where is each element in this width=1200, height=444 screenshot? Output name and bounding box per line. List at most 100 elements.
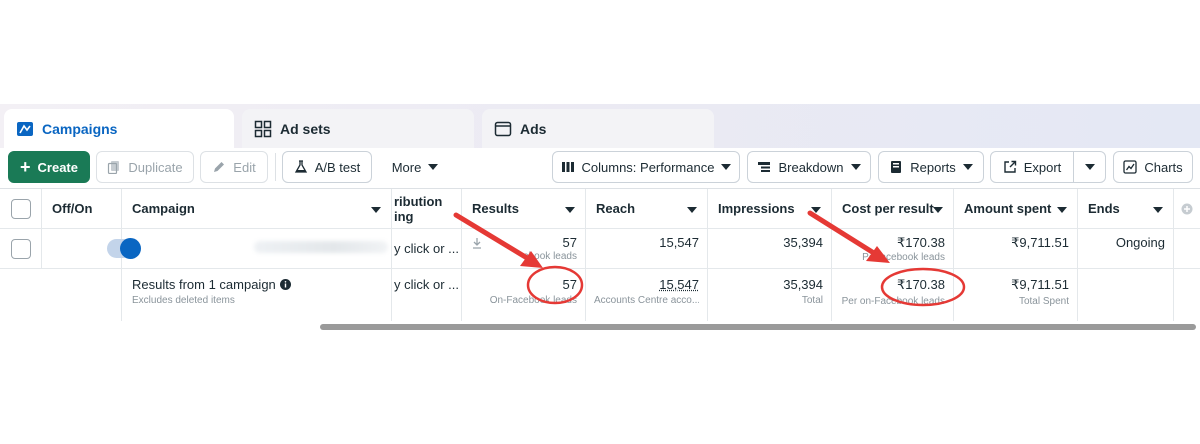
table-row[interactable]: y click or ... 57 ebook leads 15,547 35,… xyxy=(0,229,1200,269)
tab-ad-sets[interactable]: Ad sets xyxy=(242,109,474,149)
breakdown-dropdown[interactable]: Breakdown xyxy=(747,151,871,183)
campaign-name-cell[interactable] xyxy=(122,229,392,268)
column-header-label: Reach xyxy=(596,201,636,216)
columns-label: Columns: Performance xyxy=(581,159,715,175)
column-header-label: Impressions xyxy=(718,201,795,216)
attribution-value: y click or ... xyxy=(394,277,460,292)
edit-button[interactable]: Edit xyxy=(200,151,268,183)
cost-per-result-subtext: Per on-Facebook leads xyxy=(841,296,945,307)
select-all-cell xyxy=(0,189,42,228)
column-header-amount-spent[interactable]: Amount spent xyxy=(954,189,1078,228)
summary-spacer xyxy=(0,269,122,321)
cost-per-result-cell: ₹170.38 Per acebook leads xyxy=(832,229,954,268)
column-header-label: Cost per result xyxy=(842,201,934,216)
plus-icon: + xyxy=(20,157,31,177)
flask-icon xyxy=(294,160,307,173)
tab-label: Campaigns xyxy=(42,121,118,137)
breakdown-label: Breakdown xyxy=(778,159,844,175)
more-label: More xyxy=(391,159,422,175)
download-icon xyxy=(473,238,481,249)
column-header-label: Campaign xyxy=(132,201,195,216)
column-header-reach[interactable]: Reach xyxy=(586,189,708,228)
summary-row: Results from 1 campaign Excludes deleted… xyxy=(0,269,1200,321)
campaigns-table: Off/On Campaign ribution ing Results Rea… xyxy=(0,188,1200,328)
sort-caret-icon xyxy=(687,207,697,213)
chevron-down-icon xyxy=(428,164,439,170)
grid-icon xyxy=(254,120,272,138)
chevron-down-icon xyxy=(1084,164,1095,170)
amount-spent-value: ₹9,711.51 xyxy=(1011,277,1069,292)
tab-label: Ad sets xyxy=(280,121,331,137)
amount-spent-subtext: Total Spent xyxy=(1018,296,1069,307)
summary-title: Results from 1 campaign xyxy=(132,277,276,292)
reach-value[interactable]: 15,547 xyxy=(594,277,699,292)
create-label: Create xyxy=(37,159,78,175)
campaign-flag-icon xyxy=(17,122,33,136)
attribution-cell: y click or ... xyxy=(392,229,462,268)
add-column-button[interactable] xyxy=(1174,189,1200,228)
tab-ads[interactable]: Ads xyxy=(482,109,714,149)
chevron-down-icon xyxy=(962,164,973,170)
column-header-cost-per-result[interactable]: Cost per result xyxy=(832,189,954,228)
cost-per-result-value: ₹170.38 xyxy=(896,277,945,292)
results-value: 57 xyxy=(562,235,577,250)
columns-dropdown[interactable]: Columns: Performance xyxy=(552,151,740,183)
ends-cell: Ongoing xyxy=(1078,229,1174,268)
column-header-off-on[interactable]: Off/On xyxy=(42,189,122,228)
chart-icon xyxy=(1123,160,1137,174)
export-icon xyxy=(1004,160,1016,173)
export-button[interactable]: Export xyxy=(990,151,1074,183)
summary-cost-per-result-cell: ₹170.38 Per on-Facebook leads xyxy=(832,269,954,321)
reports-dropdown[interactable]: Reports xyxy=(878,151,984,183)
table-header-row: Off/On Campaign ribution ing Results Rea… xyxy=(0,189,1200,229)
sort-caret-icon xyxy=(1153,207,1163,213)
sort-caret-icon xyxy=(933,207,943,213)
ab-test-button[interactable]: A/B test xyxy=(282,151,372,183)
create-button[interactable]: + Create xyxy=(8,151,90,183)
row-checkbox[interactable] xyxy=(11,239,31,259)
column-header-ends[interactable]: Ends xyxy=(1078,189,1174,228)
edit-label: Edit xyxy=(233,159,256,175)
ab-test-label: A/B test xyxy=(314,159,361,175)
export-options-button[interactable] xyxy=(1073,151,1106,183)
chevron-down-icon xyxy=(721,164,732,170)
column-header-label: ribution xyxy=(394,193,443,209)
select-all-checkbox[interactable] xyxy=(11,199,31,219)
column-header-impressions[interactable]: Impressions xyxy=(708,189,832,228)
tab-campaigns[interactable]: Campaigns xyxy=(4,109,234,149)
duplicate-button[interactable]: Duplicate xyxy=(96,151,194,183)
more-button[interactable]: More xyxy=(382,151,448,183)
plus-circle-icon xyxy=(1181,203,1193,214)
info-icon[interactable] xyxy=(279,279,291,290)
scrollbar-thumb[interactable] xyxy=(320,324,1196,330)
sort-caret-icon xyxy=(565,207,575,213)
summary-campaign-cell: Results from 1 campaign Excludes deleted… xyxy=(122,269,392,321)
sort-caret-icon xyxy=(811,207,821,213)
tab-label: Ads xyxy=(520,121,547,137)
summary-ends-cell xyxy=(1078,269,1174,321)
column-header-results[interactable]: Results xyxy=(462,189,586,228)
columns-icon xyxy=(561,162,574,172)
duplicate-label: Duplicate xyxy=(128,159,183,175)
impressions-value: 35,394 xyxy=(783,277,823,292)
results-subtext: On-Facebook leads xyxy=(489,295,577,306)
results-value: 57 xyxy=(562,277,577,292)
column-header-campaign[interactable]: Campaign xyxy=(122,189,392,228)
window-icon xyxy=(494,121,512,137)
results-cell: 57 ebook leads xyxy=(462,229,586,268)
column-header-attribution[interactable]: ribution ing xyxy=(392,189,462,228)
cost-per-result-value: ₹170.38 xyxy=(896,235,945,250)
export-label: Export xyxy=(1023,159,1062,175)
charts-label: Charts xyxy=(1144,159,1183,175)
off-on-cell xyxy=(42,229,141,268)
column-header-label: Off/On xyxy=(52,201,93,216)
summary-subtitle: Excludes deleted items xyxy=(132,295,235,306)
reach-value: 15,547 xyxy=(659,235,699,250)
column-header-label: Results xyxy=(472,201,519,216)
cost-per-result-subtext: Per acebook leads xyxy=(862,252,945,263)
chevron-down-icon xyxy=(850,164,861,170)
pencil-icon xyxy=(214,162,225,172)
summary-attribution-cell: y click or ... xyxy=(392,269,462,321)
charts-button[interactable]: Charts xyxy=(1113,151,1193,183)
row-select-cell xyxy=(0,229,42,268)
